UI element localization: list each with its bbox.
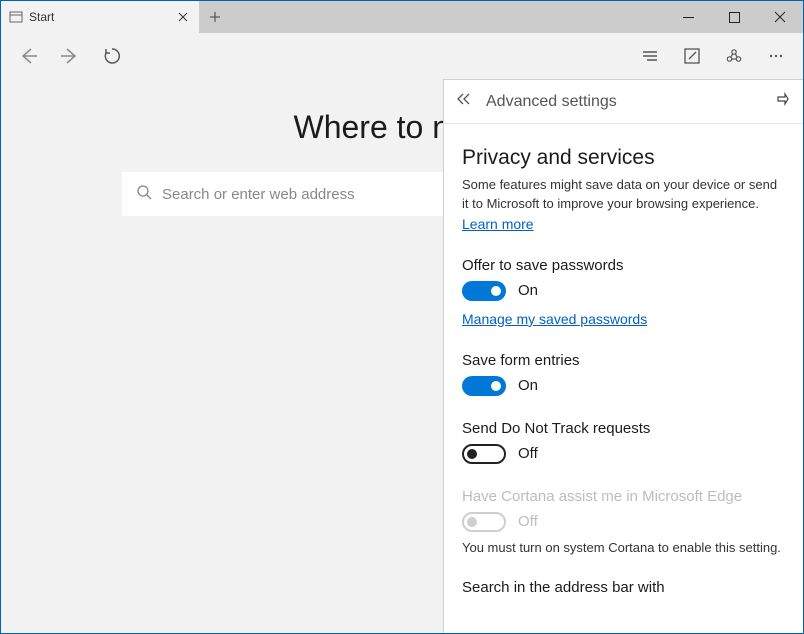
toggle-state: On: [518, 377, 538, 394]
tab-close-button[interactable]: [175, 9, 191, 25]
cortana-note: You must turn on system Cortana to enabl…: [462, 540, 785, 555]
refresh-button[interactable]: [91, 35, 133, 77]
setting-label: Send Do Not Track requests: [462, 420, 785, 437]
panel-header: Advanced settings: [444, 80, 803, 124]
tab-start[interactable]: Start: [1, 1, 199, 33]
setting-label: Search in the address bar with: [462, 579, 785, 596]
window-controls: [665, 1, 803, 33]
reading-view-button[interactable]: [629, 35, 671, 77]
setting-label: Have Cortana assist me in Microsoft Edge: [462, 488, 785, 505]
more-button[interactable]: [755, 35, 797, 77]
toggle-state: Off: [518, 513, 538, 530]
page-icon: [9, 10, 23, 24]
tab-title: Start: [29, 10, 175, 24]
section-title: Privacy and services: [462, 146, 785, 170]
close-button[interactable]: [757, 1, 803, 33]
toggle-do-not-track[interactable]: [462, 444, 506, 464]
setting-save-passwords: Offer to save passwords On Manage my sav…: [462, 257, 785, 328]
manage-passwords-link[interactable]: Manage my saved passwords: [462, 311, 647, 327]
setting-cortana: Have Cortana assist me in Microsoft Edge…: [462, 488, 785, 555]
setting-label: Save form entries: [462, 352, 785, 369]
panel-body: Privacy and services Some features might…: [444, 124, 803, 596]
setting-do-not-track: Send Do Not Track requests Off: [462, 420, 785, 464]
toggle-state: On: [518, 282, 538, 299]
maximize-button[interactable]: [711, 1, 757, 33]
setting-form-entries: Save form entries On: [462, 352, 785, 396]
setting-address-bar: Search in the address bar with: [462, 579, 785, 596]
titlebar: Start: [1, 1, 803, 33]
search-icon: [136, 184, 152, 205]
toggle-cortana: [462, 512, 506, 532]
web-note-button[interactable]: [671, 35, 713, 77]
panel-back-button[interactable]: [456, 92, 474, 111]
pin-button[interactable]: [775, 91, 791, 112]
panel-title: Advanced settings: [486, 93, 775, 111]
learn-more-link[interactable]: Learn more: [462, 216, 534, 232]
toolbar: [1, 33, 803, 79]
toggle-form-entries[interactable]: [462, 376, 506, 396]
forward-button[interactable]: [49, 35, 91, 77]
new-tab-button[interactable]: [199, 1, 231, 33]
section-description: Some features might save data on your de…: [462, 176, 785, 214]
setting-label: Offer to save passwords: [462, 257, 785, 274]
share-button[interactable]: [713, 35, 755, 77]
back-button[interactable]: [7, 35, 49, 77]
toggle-save-passwords[interactable]: [462, 281, 506, 301]
toggle-state: Off: [518, 445, 538, 462]
settings-panel: Advanced settings Privacy and services S…: [443, 79, 803, 633]
minimize-button[interactable]: [665, 1, 711, 33]
